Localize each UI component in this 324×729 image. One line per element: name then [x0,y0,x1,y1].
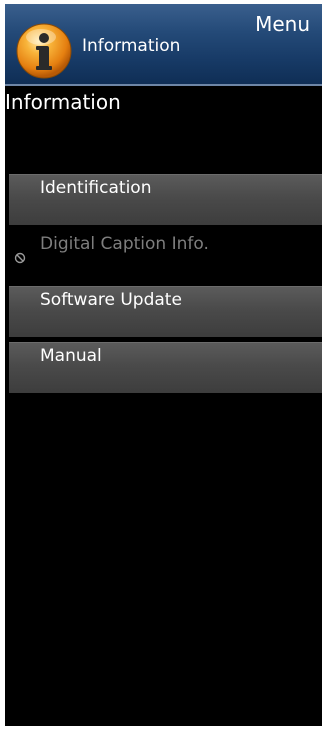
info-icon [16,23,72,79]
menu-item-label: Identification [40,178,152,198]
disabled-icon [14,252,26,264]
menu-item-identification[interactable]: Identification [5,174,322,225]
menu-item-label: Digital Caption Info. [40,234,209,254]
menu-item-software-update[interactable]: Software Update [5,286,322,337]
menu-item-manual[interactable]: Manual [5,342,322,393]
menu-item-label: Software Update [40,290,182,310]
page-title: Information [5,90,121,114]
menu-header: Menu Information [5,4,322,86]
menu-item-label: Manual [40,346,102,366]
menu-list: Identification Digital Caption Info. Sof… [5,174,322,398]
header-section-label: Information [82,36,181,56]
tv-menu-screen: Menu Information Information Identificat… [5,4,322,726]
menu-title: Menu [255,12,310,36]
menu-item-digital-caption-info: Digital Caption Info. [5,230,322,281]
